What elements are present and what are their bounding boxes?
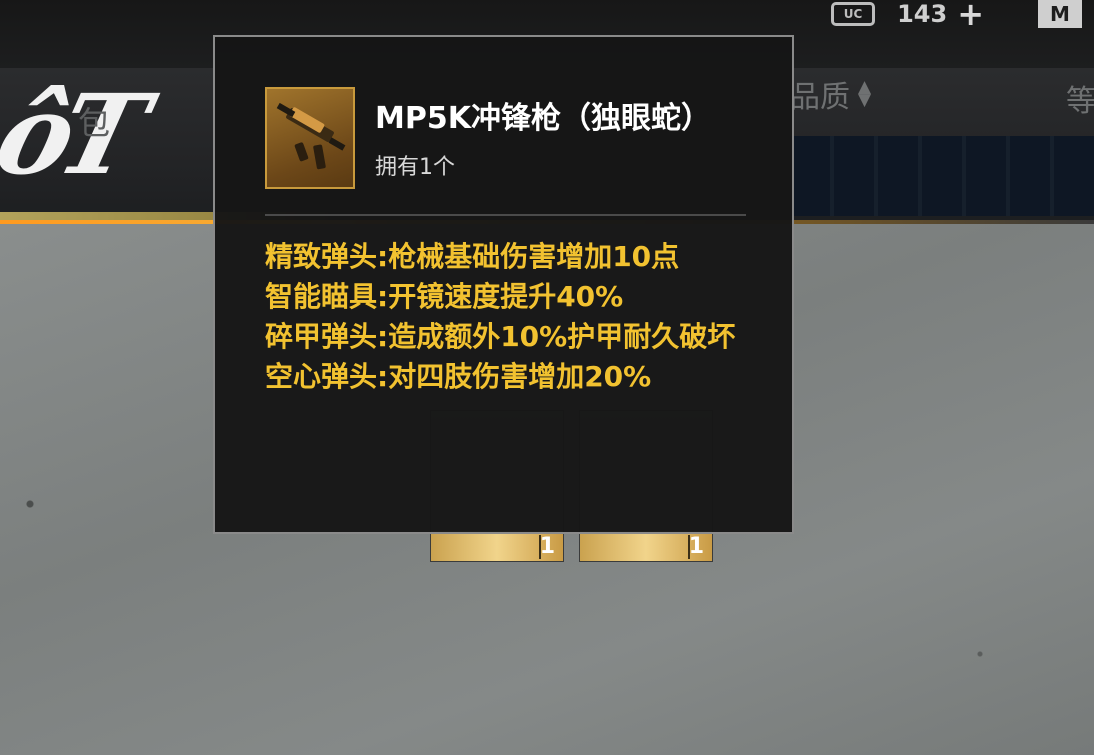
item-card-footer: 1 xyxy=(580,531,712,561)
attachment-line: 智能瞄具:开镜速度提升40% xyxy=(265,280,624,313)
m-badge-icon[interactable]: M xyxy=(1038,0,1082,28)
tooltip-divider xyxy=(265,214,746,216)
slot-strip xyxy=(790,136,1094,216)
smg-icon-graphic xyxy=(276,102,346,170)
item-title: MP5K冲锋枪（独眼蛇） xyxy=(375,101,711,136)
item-count: 1 xyxy=(688,534,704,559)
smg-icon xyxy=(265,87,355,189)
sort-level-button[interactable]: 等 xyxy=(1066,76,1094,120)
item-card-footer: 1 xyxy=(431,531,563,561)
attachment-list: 精致弹头:枪械基础伤害增加10点 智能瞄具:开镜速度提升40% 碎甲弹头:造成额… xyxy=(265,237,755,397)
attachment-line: 空心弹头:对四肢伤害增加20% xyxy=(265,360,652,393)
sort-arrows-icon: ▲ ▼ xyxy=(858,77,872,110)
owned-count: 拥有1个 xyxy=(375,155,455,180)
uc-amount: 143 xyxy=(897,0,948,28)
uc-icon: UC xyxy=(831,2,876,26)
tab-backpack[interactable]: 包 xyxy=(78,98,110,144)
add-uc-button[interactable]: + xyxy=(957,0,984,33)
attachment-line: 碎甲弹头:造成额外10%护甲耐久破坏 xyxy=(265,320,736,353)
item-tooltip: MP5K冲锋枪（独眼蛇） 拥有1个 精致弹头:枪械基础伤害增加10点 智能瞄具:… xyxy=(213,35,794,534)
item-count: 1 xyxy=(539,534,555,559)
attachment-line: 精致弹头:枪械基础伤害增加10点 xyxy=(265,240,680,273)
uc-currency: UC 143 + xyxy=(831,0,984,33)
sort-quality-label: 品质 xyxy=(790,80,850,115)
sort-quality-button[interactable]: 品质 ▲ ▼ xyxy=(790,72,871,116)
